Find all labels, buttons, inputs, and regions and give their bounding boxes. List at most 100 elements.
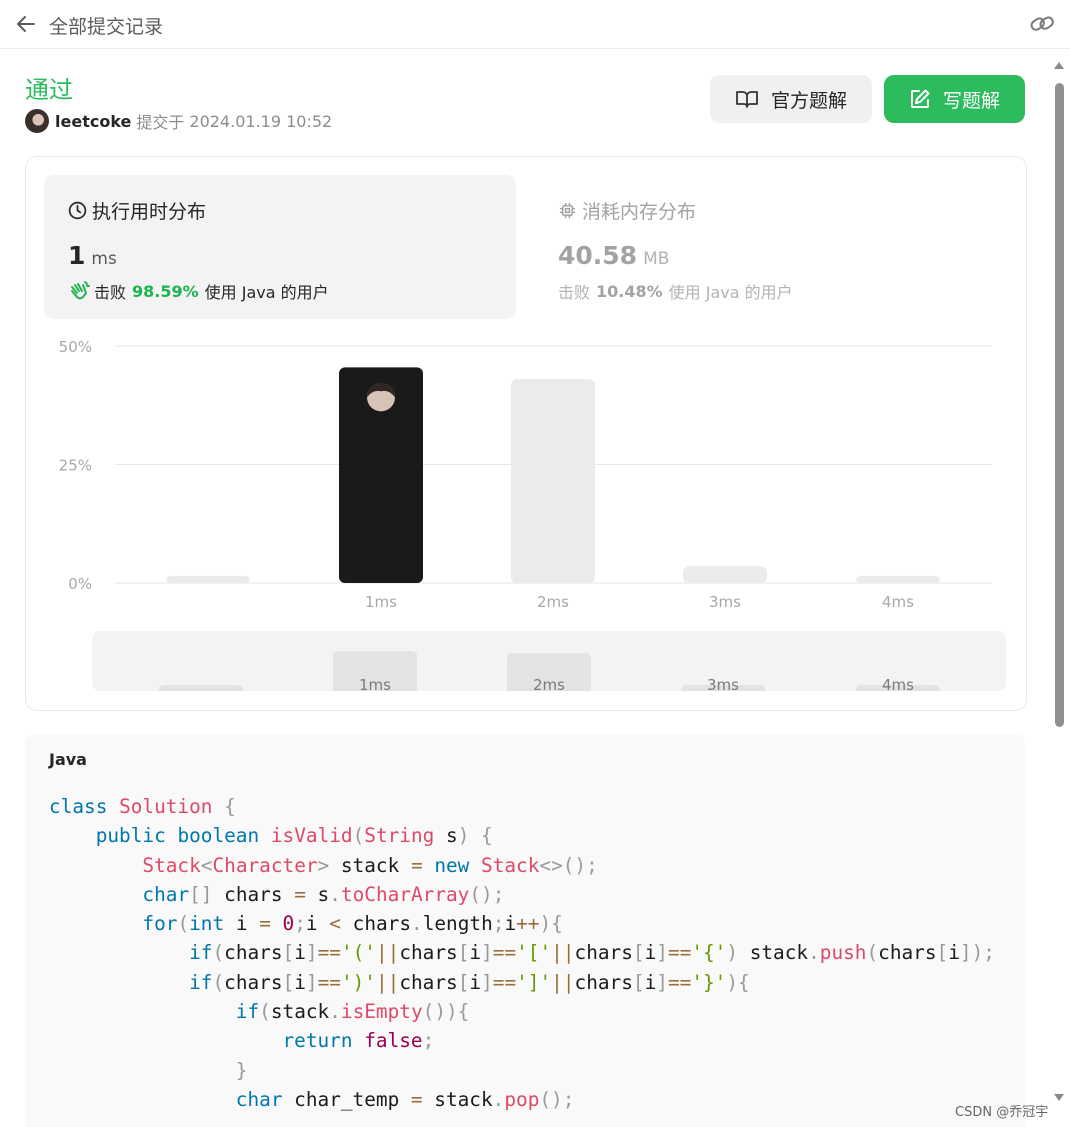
code-token: (: [212, 970, 225, 994]
code-token: if: [235, 1000, 260, 1024]
code-token: }: [49, 1058, 248, 1082]
code-token: [: [457, 941, 470, 965]
memory-title: 消耗内存分布: [558, 197, 696, 224]
code-token: <>();: [539, 853, 598, 877]
code-token: ;: [422, 1029, 435, 1053]
code-token: .: [411, 912, 423, 936]
official-solution-button[interactable]: 官方题解: [710, 75, 872, 123]
code-line: if(chars[i]==')'||chars[i]==']'||chars[i…: [49, 968, 995, 997]
code-token: ++: [516, 912, 540, 936]
code-token: char: [142, 882, 190, 906]
code-line: }: [49, 1056, 995, 1085]
code-token: i: [469, 970, 482, 994]
scrollbar[interactable]: [1050, 55, 1068, 1110]
code-token: toCharArray: [340, 882, 470, 906]
code-token: i: [469, 941, 482, 965]
code-token: .: [808, 941, 820, 965]
code-token: chars: [399, 941, 458, 965]
code-line: if(stack.isEmpty()){: [49, 997, 995, 1026]
write-solution-button[interactable]: 写题解: [884, 75, 1025, 123]
code-token: pop: [504, 1087, 540, 1111]
memory-value: 40.58 MB: [558, 241, 670, 270]
code-token: if: [189, 941, 213, 965]
memory-panel[interactable]: 消耗内存分布 40.58 MB 击败 10.48% 使用 Java 的用户: [540, 175, 1012, 319]
code-token: i: [948, 941, 960, 965]
code-line: Stack<Character> stack = new Stack<>();: [49, 851, 995, 880]
x-tick-label: 4ms: [882, 593, 914, 611]
runtime-title: 执行用时分布: [68, 197, 206, 224]
code-token: for: [142, 912, 178, 936]
edit-icon: [910, 89, 930, 108]
code-token: isEmpty: [340, 1000, 423, 1024]
runtime-value: 1 ms: [68, 241, 117, 270]
code-token: (: [352, 824, 365, 848]
code-token: '(': [340, 941, 376, 965]
code-token: ||: [375, 970, 400, 994]
chip-icon: [559, 202, 576, 219]
code-token: ;: [294, 912, 306, 936]
code-token: ')': [340, 970, 376, 994]
code-token: class: [49, 795, 108, 818]
code-token: ==: [667, 970, 692, 994]
submission-meta: leetcoke 提交于 2024.01.19 10:52: [25, 108, 332, 134]
code-token: chars: [224, 882, 283, 906]
runtime-panel[interactable]: 执行用时分布 1 ms 击败 98.59% 使用 Java 的用户: [44, 175, 516, 319]
code-token: ]: [305, 970, 318, 994]
code-token: [: [632, 941, 645, 965]
code-line: public boolean isValid(String s) {: [49, 821, 995, 850]
avatar[interactable]: [25, 109, 49, 133]
code-lines[interactable]: class Solution { public boolean isValid(…: [49, 792, 995, 1114]
memory-beats: 击败 10.48% 使用 Java 的用户: [558, 281, 793, 303]
code-token: i: [305, 912, 318, 936]
code-token: ]: [656, 941, 668, 965]
code-line: char char_temp = stack.pop();: [49, 1085, 995, 1114]
chart-bar: [166, 575, 250, 583]
code-token: ==: [317, 941, 341, 965]
code-token: (: [866, 941, 879, 965]
code-token: if: [189, 970, 213, 994]
code-token: i: [294, 970, 306, 994]
x-tick-label: 2ms: [537, 593, 569, 611]
watermark: CSDN @乔冠宇: [955, 1105, 1049, 1120]
code-token: new: [434, 853, 470, 877]
arrow-left-icon[interactable]: [14, 12, 38, 36]
y-tick-label: 0%: [68, 575, 92, 593]
runtime-distribution-chart: 50% 25% 0% 1ms 2ms 3ms 4ms: [59, 338, 992, 611]
code-token: chars: [574, 970, 633, 994]
username[interactable]: leetcoke: [55, 112, 131, 131]
code-token: boolean: [177, 824, 260, 848]
code-token: Character: [212, 853, 318, 877]
memory-unit: MB: [643, 249, 670, 269]
code-token: i: [504, 912, 517, 936]
code-line: for(int i = 0;i < chars.length;i++){: [49, 909, 995, 938]
code-token: stack: [340, 853, 400, 877]
chart-range-navigator[interactable]: 1ms 2ms 3ms 4ms: [92, 631, 1006, 691]
scroll-down-arrow: [1054, 1094, 1064, 1101]
code-token: 0: [282, 912, 295, 936]
code-token: ]: [481, 941, 493, 965]
code-language: Java: [49, 750, 87, 769]
code-token: [: [457, 970, 470, 994]
code-token: [: [282, 941, 295, 965]
code-token: ||: [551, 970, 575, 994]
runtime-beats-pct: 98.59%: [132, 281, 199, 301]
code-token: chars: [878, 941, 937, 965]
code-token: char_temp: [282, 1087, 400, 1111]
code-token: int: [189, 912, 225, 936]
x-tick-label: 1ms: [365, 593, 397, 611]
scroll-thumb: [1055, 83, 1064, 727]
code-token: ]: [481, 970, 493, 994]
code-token: chars: [352, 912, 412, 936]
runtime-beats: 击败 98.59% 使用 Java 的用户: [68, 279, 329, 303]
code-token: false: [364, 1029, 423, 1053]
link-icon[interactable]: [1028, 12, 1056, 36]
code-token: i: [644, 941, 657, 965]
page-title: 全部提交记录: [49, 16, 164, 38]
